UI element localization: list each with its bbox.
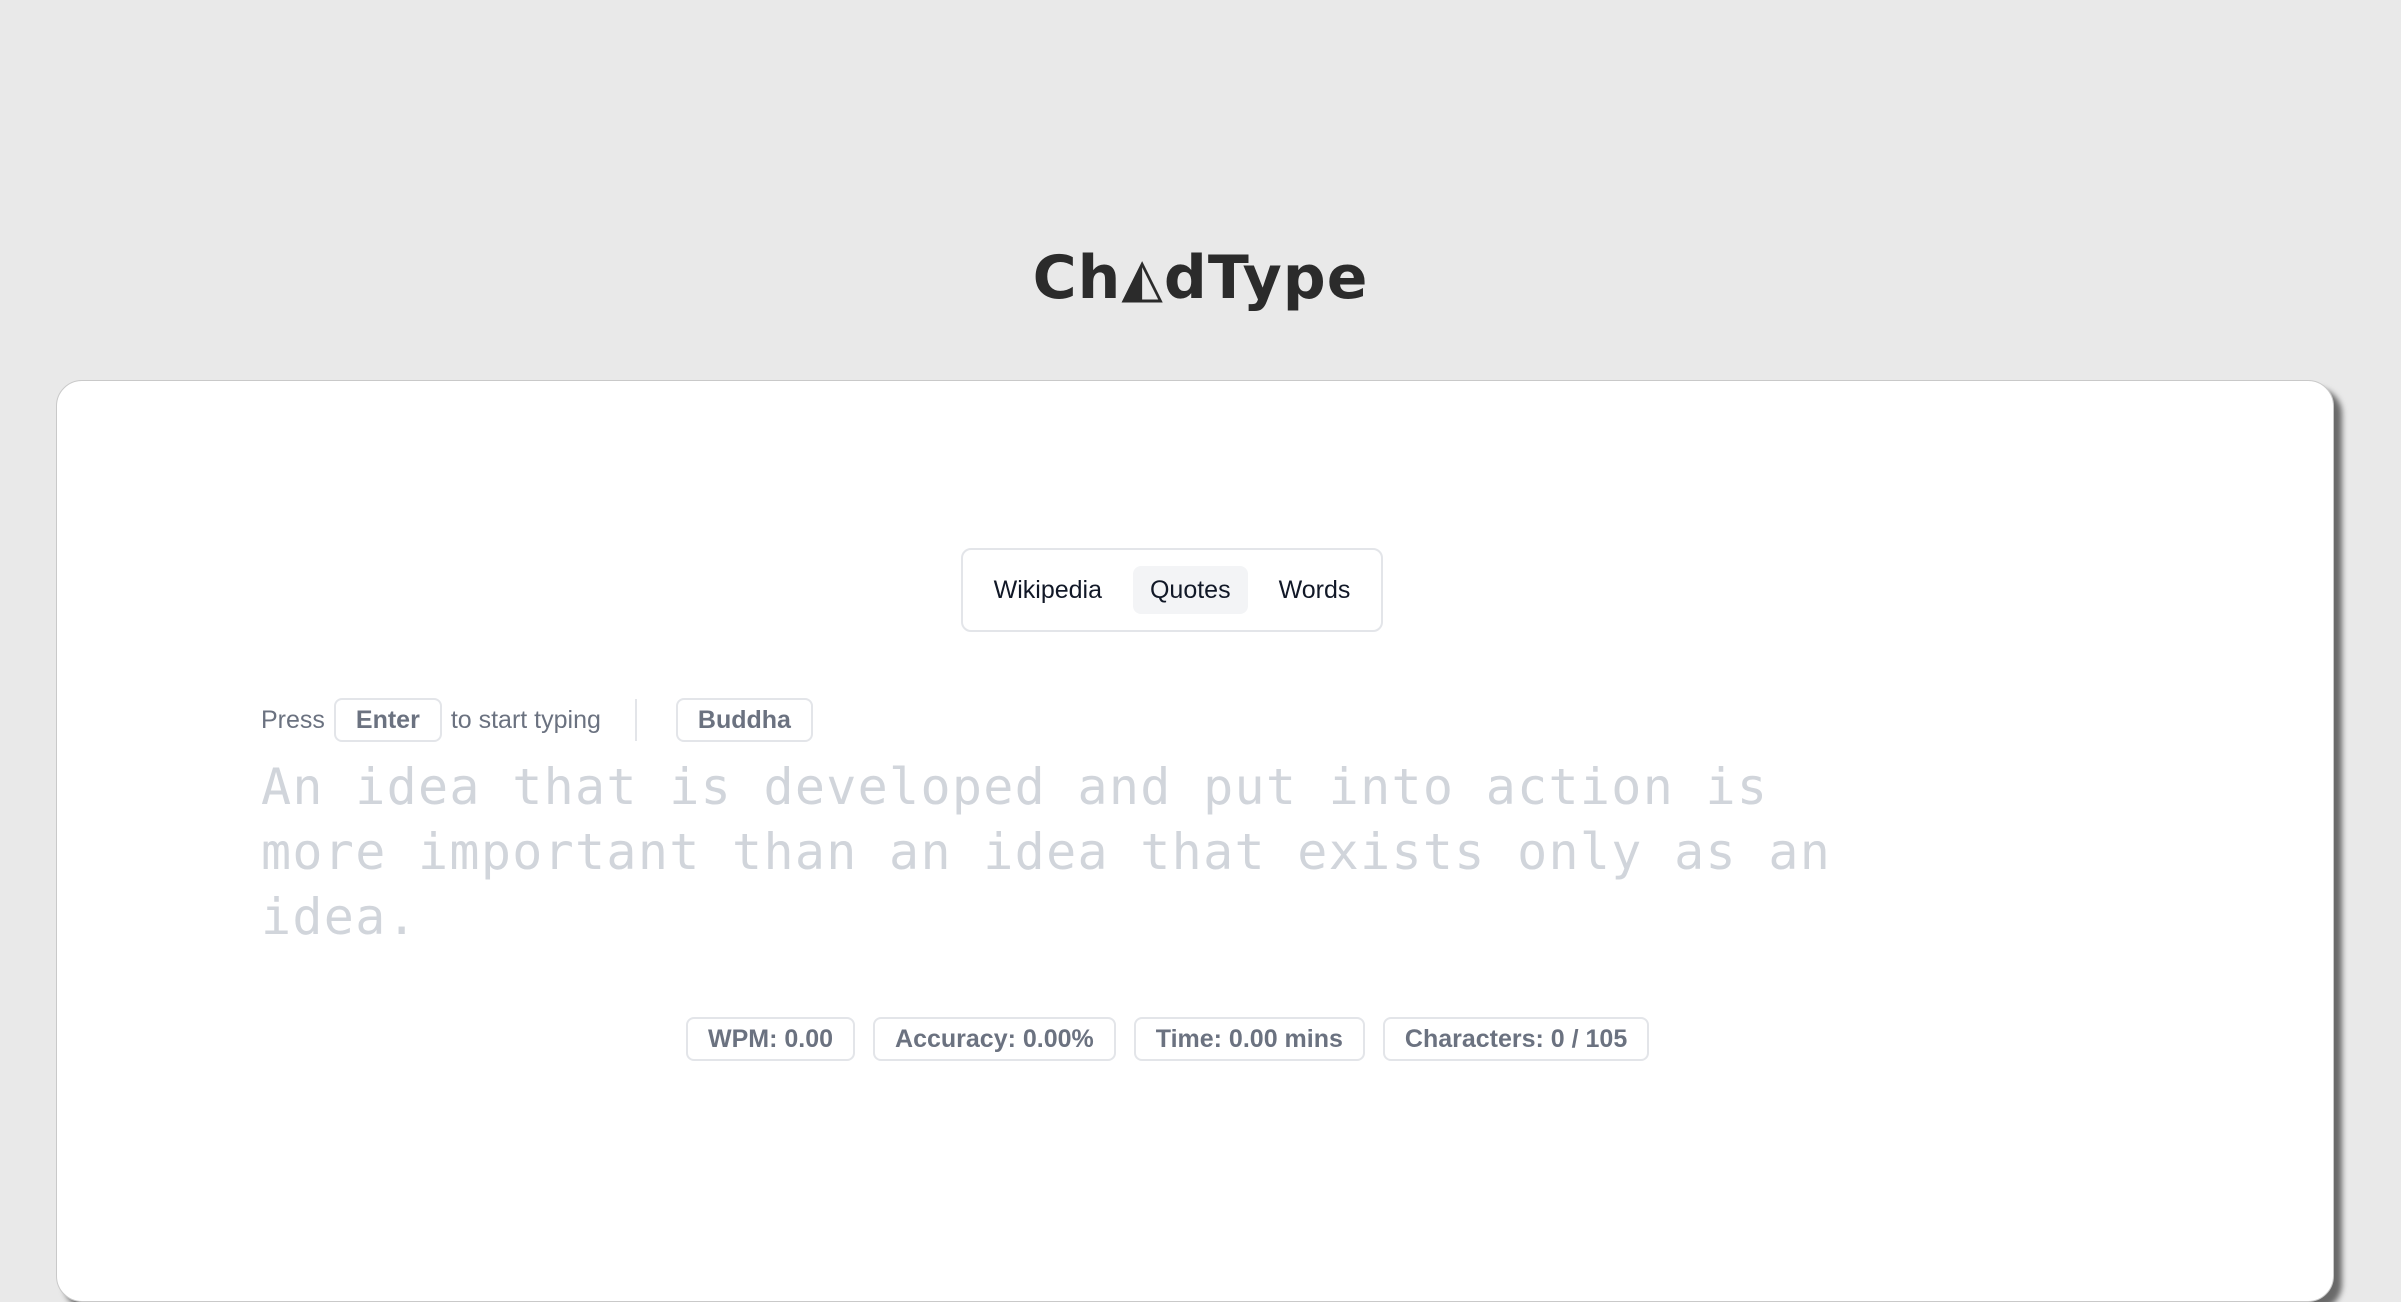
hint-divider — [634, 699, 637, 741]
start-hint: Press Enter to start typing Buddha — [261, 697, 813, 743]
app-logo: Ch◭dType — [0, 238, 2401, 320]
hint-press-text: Press — [261, 705, 325, 734]
logo-delta-icon: ◭ — [1121, 246, 1164, 309]
wpm-stat: WPM: 0.00 — [686, 1017, 856, 1061]
enter-key-badge: Enter — [333, 698, 442, 742]
logo-suffix: dType — [1163, 243, 1369, 313]
tab-words[interactable]: Words — [1262, 566, 1368, 614]
mode-tabs: Wikipedia Quotes Words — [961, 548, 1383, 632]
logo-prefix: Ch — [1032, 243, 1122, 313]
hint-rest-text: to start typing — [450, 705, 601, 734]
stats-bar: WPM: 0.00 Accuracy: 0.00% Time: 0.00 min… — [686, 1017, 1650, 1061]
typing-text[interactable]: An idea that is developed and put into a… — [261, 755, 1861, 950]
characters-stat: Characters: 0 / 105 — [1382, 1017, 1650, 1061]
quote-author-badge: Buddha — [675, 698, 813, 742]
accuracy-stat: Accuracy: 0.00% — [873, 1017, 1116, 1061]
tab-quotes[interactable]: Quotes — [1132, 566, 1248, 614]
time-stat: Time: 0.00 mins — [1133, 1017, 1365, 1061]
tab-wikipedia[interactable]: Wikipedia — [977, 566, 1119, 614]
